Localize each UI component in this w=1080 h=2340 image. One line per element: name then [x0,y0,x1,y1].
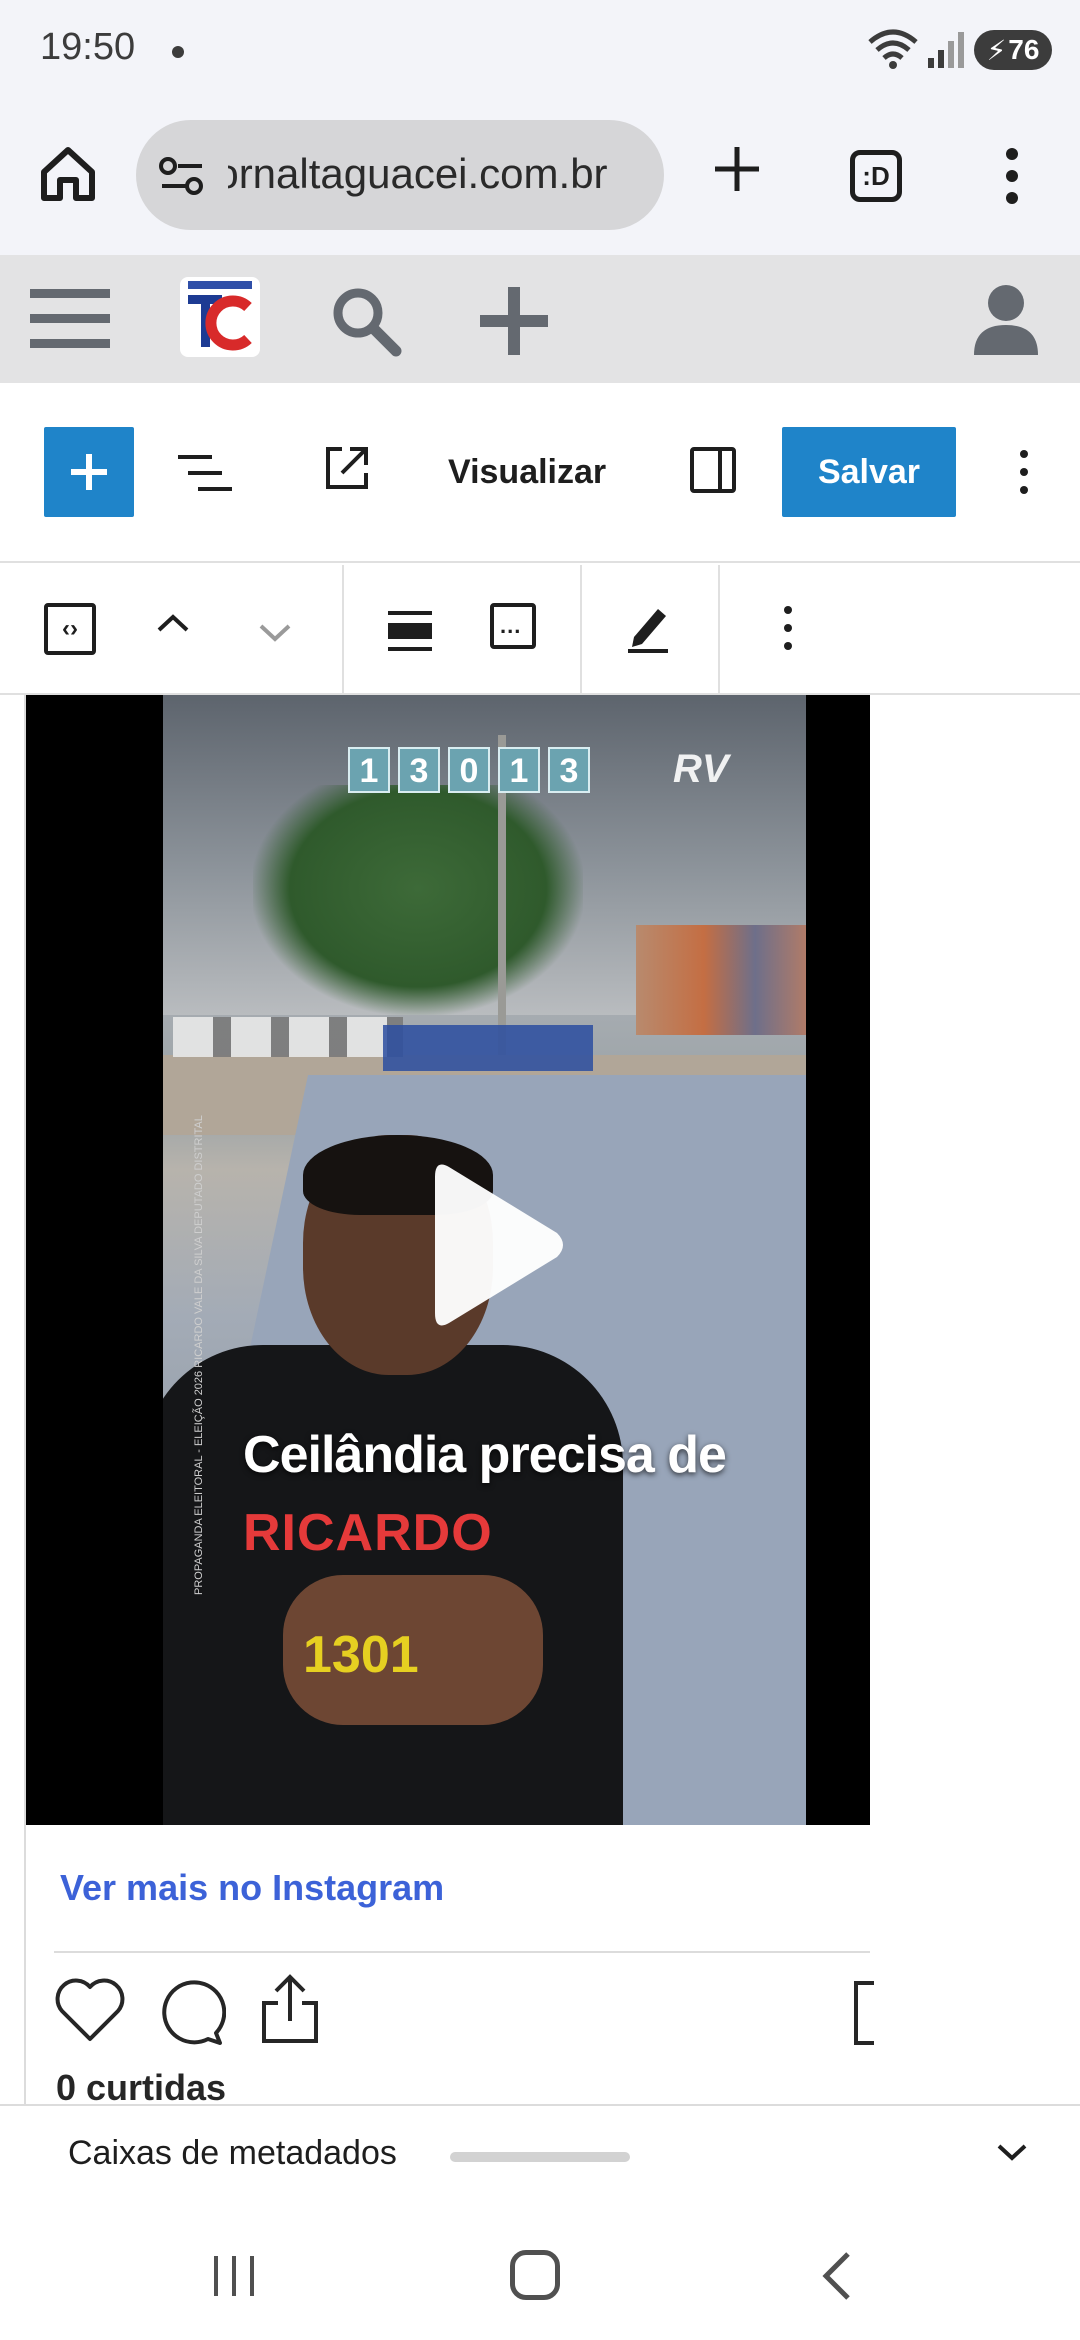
menu-icon[interactable] [28,283,112,355]
video-legal-text: PROPAGANDA ELEITORAL - ELEIÇÃO 2026 RICA… [193,1115,205,1595]
notification-dot-icon [172,46,184,58]
counter-digit: 3 [548,747,590,793]
comment-icon[interactable] [154,1977,226,2047]
new-tab-icon[interactable] [712,144,762,194]
user-avatar-icon[interactable] [970,281,1042,357]
toolbar-divider [342,565,344,695]
charging-icon: ⚡ [986,34,1007,66]
move-up-icon[interactable] [156,613,190,633]
share-icon[interactable] [258,1973,322,2045]
status-bar: 19:50 ⚡ 76 [0,0,1080,100]
play-icon[interactable] [429,1155,569,1335]
more-options-icon[interactable] [1000,146,1024,206]
browser-toolbar: jornaltaguacei.com.br :D [0,100,1080,255]
add-new-icon[interactable] [478,285,550,357]
site-settings-icon[interactable] [158,154,206,198]
plus-icon [71,454,107,490]
metadata-panel-bar[interactable]: Caixas de metadados [0,2104,1080,2204]
caption-icon[interactable] [490,603,536,649]
toolbar-divider [718,565,720,695]
battery-indicator: ⚡ 76 [974,30,1052,70]
tabs-button[interactable]: :D [850,150,902,202]
editor-header-toolbar: Visualizar Salvar [0,383,1080,563]
align-icon[interactable] [388,609,432,653]
shirt-number-text: 1301 [303,1626,419,1684]
block-options-icon[interactable] [782,605,794,651]
edit-url-pencil-icon[interactable] [626,601,672,653]
options-menu-icon[interactable] [1016,449,1032,495]
counter-digit: 3 [398,747,440,793]
home-icon[interactable] [36,142,100,206]
site-logo-icon [188,281,252,351]
home-button-icon[interactable] [510,2250,560,2300]
recent-apps-icon[interactable] [210,2254,260,2298]
metadata-label: Caixas de metadados [68,2134,397,2172]
block-toolbar: ‹› [0,565,1080,695]
chevron-down-icon[interactable] [996,2142,1028,2162]
bookmark-icon[interactable] [854,1981,874,2045]
video-buildings [636,925,806,1035]
instagram-embed-block[interactable]: 1 3 0 1 3 RV RICARDO 1301 Ceilândia prec… [24,695,874,2108]
system-navigation-bar [0,2204,1080,2340]
embed-block-type-icon[interactable]: ‹› [44,603,96,655]
video-caption: Ceilândia precisa de [243,1426,727,1484]
search-icon[interactable] [330,285,402,357]
battery-level: 76 [1008,34,1040,65]
shirt-name-text: RICARDO [243,1504,493,1562]
heart-icon[interactable] [54,1977,126,2043]
url-text: jornaltaguacei.com.br [228,150,608,197]
video-player[interactable]: 1 3 0 1 3 RV RICARDO 1301 Ceilândia prec… [26,695,870,1825]
wp-admin-bar [0,255,1080,383]
video-number-counter: 1 3 0 1 3 [348,747,590,793]
save-button[interactable]: Salvar [782,427,956,517]
wifi-icon [868,29,918,69]
video-tree [253,785,583,1015]
site-logo[interactable] [180,277,260,357]
video-frame: 1 3 0 1 3 RV RICARDO 1301 Ceilândia prec… [163,695,806,1825]
signal-icon [928,32,964,68]
address-bar[interactable]: jornaltaguacei.com.br [136,120,664,230]
move-down-icon[interactable] [258,623,292,643]
document-overview-icon[interactable] [178,453,232,493]
video-watermark-logo: RV [673,747,729,791]
preview-button[interactable]: Visualizar [448,453,606,492]
counter-digit: 0 [448,747,490,793]
view-post-external-icon[interactable] [322,443,372,493]
divider [54,1951,870,1953]
video-sign [383,1025,593,1071]
resize-handle[interactable] [450,2152,630,2162]
back-icon[interactable] [818,2250,854,2302]
counter-digit: 1 [498,747,540,793]
video-cars [173,1017,403,1057]
settings-sidebar-toggle-icon[interactable] [690,447,736,493]
counter-digit: 1 [348,747,390,793]
toolbar-divider [580,565,582,695]
likes-count: 0 curtidas [56,2067,227,2108]
block-inserter-button[interactable] [44,427,134,517]
view-more-instagram-link[interactable]: Ver mais no Instagram [60,1867,444,1909]
status-time: 19:50 [40,26,136,68]
